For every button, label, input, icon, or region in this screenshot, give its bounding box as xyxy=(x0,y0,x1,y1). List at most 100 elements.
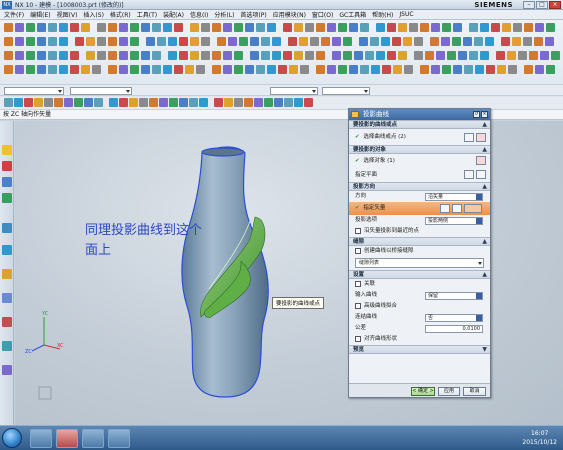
toolbar-tool-icon[interactable] xyxy=(480,51,489,60)
close-button[interactable]: × xyxy=(549,1,561,9)
align-shape-checkbox[interactable] xyxy=(355,335,361,342)
toolbar-tool-icon[interactable] xyxy=(168,51,177,60)
taskbar-app-browser-icon[interactable] xyxy=(30,429,52,448)
toolbar-tool-icon[interactable] xyxy=(201,37,210,46)
toolbar-tool-icon[interactable] xyxy=(360,65,369,74)
toolbar-tool-icon[interactable] xyxy=(26,51,35,60)
toolbar-tool-icon[interactable] xyxy=(294,51,303,60)
toolbar-tool-icon[interactable] xyxy=(382,65,391,74)
toolbar-tool-icon[interactable] xyxy=(256,65,265,74)
menu-preferences[interactable]: 首选项(P) xyxy=(240,10,266,19)
toolbar-tool-icon[interactable] xyxy=(501,37,510,46)
toolbar-tool-icon[interactable] xyxy=(212,23,221,32)
toolbar-tool-icon[interactable] xyxy=(163,65,172,74)
toolbar-tool-icon[interactable] xyxy=(469,23,478,32)
toolbar-tool-icon[interactable] xyxy=(185,65,194,74)
join-curves-dropdown[interactable]: 否 xyxy=(425,314,483,322)
section-preview-header[interactable]: 预览 ▼ xyxy=(349,345,490,354)
toolbar-tool-icon[interactable] xyxy=(453,23,462,32)
toolbar-tool-icon[interactable] xyxy=(431,23,440,32)
toolbar-tool-icon[interactable] xyxy=(97,37,106,46)
toolbar-tool-icon[interactable] xyxy=(37,37,46,46)
toolbar-tool-icon[interactable] xyxy=(524,65,533,74)
menu-application[interactable]: 应用模块(N) xyxy=(273,10,306,19)
toolbar-tool-icon[interactable] xyxy=(294,98,303,107)
toolbar-tool-icon[interactable] xyxy=(4,98,13,107)
toolbar-tool-icon[interactable] xyxy=(360,23,369,32)
start-button[interactable] xyxy=(2,428,22,448)
toolbar-tool-icon[interactable] xyxy=(4,65,13,74)
toolbar-tool-icon[interactable] xyxy=(261,37,270,46)
toolbar-tool-icon[interactable] xyxy=(157,37,166,46)
toolbar-tool-icon[interactable] xyxy=(26,65,35,74)
toolbar-tool-icon[interactable] xyxy=(403,37,412,46)
toolbar-tool-icon[interactable] xyxy=(535,23,544,32)
toolbar-tool-icon[interactable] xyxy=(169,98,178,107)
toolbar-tool-icon[interactable] xyxy=(250,37,259,46)
section-curves-header[interactable]: 要投影的曲线或点 ▲ xyxy=(349,120,490,129)
toolbar-tool-icon[interactable] xyxy=(398,23,407,32)
toolbar-tool-icon[interactable] xyxy=(152,51,161,60)
color-filter-dropdown[interactable] xyxy=(322,87,370,95)
toolbar-tool-icon[interactable] xyxy=(59,51,68,60)
toolbar-tool-icon[interactable] xyxy=(316,65,325,74)
toolbar-tool-icon[interactable] xyxy=(256,23,265,32)
toolbar-tool-icon[interactable] xyxy=(130,37,139,46)
toolbar-tool-icon[interactable] xyxy=(376,23,385,32)
toolbar-tool-icon[interactable] xyxy=(327,23,336,32)
type-filter-dropdown[interactable] xyxy=(4,87,64,95)
menu-jsuc[interactable]: JSUC xyxy=(399,11,413,18)
toolbar-tool-icon[interactable] xyxy=(108,51,117,60)
toolbar-tool-icon[interactable] xyxy=(261,51,270,60)
toolbar-tool-icon[interactable] xyxy=(234,51,243,60)
toolbar-tool-icon[interactable] xyxy=(26,37,35,46)
reset-icon[interactable]: ↺ xyxy=(473,111,480,118)
toolbar-tool-icon[interactable] xyxy=(387,23,396,32)
toolbar-tool-icon[interactable] xyxy=(234,65,243,74)
constraint-navigator-icon[interactable] xyxy=(2,177,12,187)
toolbar-tool-icon[interactable] xyxy=(174,65,183,74)
toolbar-tool-icon[interactable] xyxy=(212,65,221,74)
toolbar-tool-icon[interactable] xyxy=(179,51,188,60)
toolbar-tool-icon[interactable] xyxy=(447,51,456,60)
toolbar-tool-icon[interactable] xyxy=(294,23,303,32)
toolbar-tool-icon[interactable] xyxy=(387,51,396,60)
toolbar-tool-icon[interactable] xyxy=(518,51,527,60)
toolbar-tool-icon[interactable] xyxy=(152,65,161,74)
toolbar-tool-icon[interactable] xyxy=(141,51,150,60)
collapse-icon[interactable]: ▲ xyxy=(482,271,487,279)
taskbar-app-media-icon[interactable] xyxy=(108,429,130,448)
toolbar-tool-icon[interactable] xyxy=(250,51,259,60)
toolbar-tool-icon[interactable] xyxy=(540,51,549,60)
toolbar-tool-icon[interactable] xyxy=(288,37,297,46)
gap-list[interactable]: 缝隙列表 xyxy=(355,258,484,268)
toolbar-tool-icon[interactable] xyxy=(48,65,57,74)
toolbar-tool-icon[interactable] xyxy=(94,98,103,107)
nearest-point-checkbox[interactable] xyxy=(355,227,361,234)
toolbar-tool-icon[interactable] xyxy=(274,98,283,107)
toolbar-tool-icon[interactable] xyxy=(431,65,440,74)
toolbar-tool-icon[interactable] xyxy=(244,98,253,107)
toolbar-tool-icon[interactable] xyxy=(327,65,336,74)
toolbar-tool-icon[interactable] xyxy=(70,51,79,60)
toolbar-tool-icon[interactable] xyxy=(497,65,506,74)
toolbar-tool-icon[interactable] xyxy=(414,37,423,46)
toolbar-tool-icon[interactable] xyxy=(316,51,325,60)
toolbar-tool-icon[interactable] xyxy=(392,37,401,46)
toolbar-tool-icon[interactable] xyxy=(141,65,150,74)
toolbar-tool-icon[interactable] xyxy=(74,98,83,107)
collapse-icon[interactable]: ▲ xyxy=(482,238,487,246)
toolbar-tool-icon[interactable] xyxy=(228,37,237,46)
toolbar-tool-icon[interactable] xyxy=(48,51,57,60)
curve-rule-icon[interactable] xyxy=(464,133,474,142)
toolbar-tool-icon[interactable] xyxy=(199,98,208,107)
toolbar-tool-icon[interactable] xyxy=(4,51,13,60)
toolbar-tool-icon[interactable] xyxy=(86,51,95,60)
toolbar-tool-icon[interactable] xyxy=(108,23,117,32)
toolbar-tool-icon[interactable] xyxy=(365,51,374,60)
collapse-icon[interactable]: ▲ xyxy=(482,183,487,191)
toolbar-tool-icon[interactable] xyxy=(376,51,385,60)
toolbar-tool-icon[interactable] xyxy=(474,37,483,46)
toolbar-tool-icon[interactable] xyxy=(37,23,46,32)
taskbar-app-explorer-icon[interactable] xyxy=(82,429,104,448)
